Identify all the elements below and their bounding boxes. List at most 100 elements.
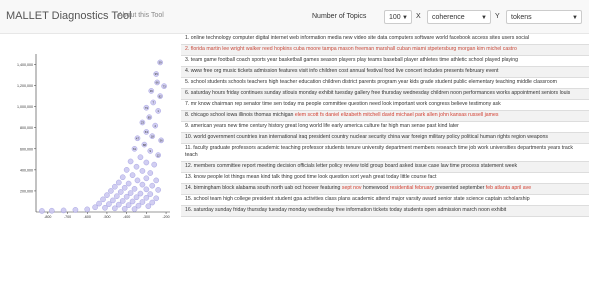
y-axis-label: Y — [495, 13, 500, 20]
point-label: 63 — [145, 130, 149, 134]
scatter-point — [104, 192, 110, 198]
scatter-point — [121, 184, 128, 191]
topic-words: 16. saturday sunday friday thursday tues… — [185, 207, 507, 213]
point-label: 85 — [148, 115, 152, 119]
topic-words: presented september — [433, 185, 486, 191]
scatter-point — [114, 193, 120, 199]
scatter-point — [134, 177, 141, 184]
x-tick-label: -400 — [123, 215, 130, 219]
topic-list: 1. online technology computer digital in… — [181, 34, 589, 293]
scatter-point — [92, 204, 98, 211]
point-label: 79 — [145, 106, 149, 110]
scatter-plot[interactable]: 1,400,000 1,200,000 1,000,000 800,000 600,00… — [0, 34, 180, 293]
scatter-point — [143, 195, 150, 201]
topic-row[interactable]: 16. saturday sunday friday thursday tues… — [181, 206, 589, 217]
x-axis-label: X — [416, 13, 421, 20]
point-label: 18 — [151, 134, 155, 138]
topic-words: feb atlanta april ave — [485, 185, 532, 191]
scatter-point — [84, 206, 91, 213]
point-label: 12 — [157, 153, 161, 157]
point-label: 47 — [136, 136, 140, 140]
scatter-panel: 1,400,000 1,200,000 1,000,000 800,000 600,00… — [0, 34, 180, 293]
point-label: 82 — [159, 94, 163, 98]
scatter-point — [112, 183, 118, 190]
scatter-point — [143, 175, 150, 182]
scatter-point — [110, 197, 116, 204]
scatter-point — [108, 188, 114, 194]
topic-words: 6. saturday hours friday continues sunda… — [185, 90, 571, 96]
scatter-point — [143, 186, 150, 193]
about-link[interactable]: About this Tool — [118, 12, 164, 19]
scatter-point — [123, 167, 130, 173]
topic-words: 9. american years new time century histo… — [185, 123, 459, 129]
scatter-point — [121, 206, 128, 212]
topic-row[interactable]: 7. mr know chairman rep senator time sen… — [181, 100, 589, 111]
topic-row[interactable]: 3. team game football coach sports year … — [181, 56, 589, 67]
scatter-point — [145, 203, 152, 209]
y-tick-label: 600,000 — [20, 147, 33, 151]
scatter-point — [115, 179, 122, 186]
scatter-point — [139, 199, 146, 205]
scatter-point — [143, 159, 150, 166]
x-tick-label: -800 — [44, 215, 51, 219]
topic-row[interactable]: 8. chicago school iowa illinois thomas m… — [181, 111, 589, 122]
y-tick-label: 200,000 — [20, 189, 33, 193]
x-metric-value: coherence — [432, 14, 465, 21]
scatter-point — [119, 174, 126, 181]
scatter-point — [102, 205, 108, 211]
topic-words: 12. members committee report meeting dec… — [185, 163, 518, 169]
scatter-point — [137, 154, 144, 161]
scatter-point — [48, 207, 55, 214]
topic-row[interactable]: 5. school students schools teachers high… — [181, 78, 589, 89]
point-label: 95 — [155, 72, 159, 76]
scatter-point — [139, 168, 146, 174]
scatter-point — [129, 198, 136, 205]
topic-words: 11. faculty graduate professors academic… — [185, 145, 573, 158]
scatter-point — [106, 201, 112, 207]
scatter-point — [115, 201, 122, 208]
topic-row[interactable]: 11. faculty graduate professors academic… — [181, 144, 589, 162]
topic-row[interactable]: 10. world government countries iran inte… — [181, 133, 589, 144]
topic-row[interactable]: 6. saturday hours friday continues sunda… — [181, 89, 589, 100]
chevron-down-icon: ▼ — [481, 15, 487, 21]
topic-words: 13. know people lot things mean kind tal… — [185, 174, 437, 180]
scatter-point — [133, 194, 140, 201]
point-label: 23 — [141, 121, 145, 125]
topic-row[interactable]: 15. school team high college president s… — [181, 195, 589, 206]
y-tick-label: 400,000 — [20, 168, 33, 172]
topic-row[interactable]: 4. www free org music tickets admission … — [181, 67, 589, 78]
x-tick-label: -300 — [143, 215, 150, 219]
point-label: 66 — [156, 81, 160, 85]
num-topics-select[interactable]: 100 ▼ — [384, 10, 412, 24]
topic-row[interactable]: 12. members committee report meeting dec… — [181, 162, 589, 173]
app-title[interactable]: MALLET Diagnostics Tool — [6, 10, 132, 22]
topic-words: 15. school team high college president s… — [185, 196, 530, 202]
topic-row[interactable]: 2. florida martin lee wright walker reed… — [181, 45, 589, 56]
topic-words: 10. world government countries iran inte… — [185, 134, 549, 140]
topic-words: 7. mr know chairman rep senator time sen… — [185, 101, 501, 107]
point-label: 59 — [159, 61, 163, 65]
x-metric-select[interactable]: coherence ▼ — [427, 10, 491, 24]
scatter-point — [139, 181, 146, 188]
x-tick-label: -700 — [64, 215, 71, 219]
x-tick-label: -200 — [162, 215, 169, 219]
scatter-point — [127, 190, 134, 196]
scatter-point — [112, 205, 118, 212]
y-tick-label: 1,200,000 — [17, 84, 33, 88]
scatter-point — [151, 161, 158, 168]
topic-row[interactable]: 9. american years new time century histo… — [181, 122, 589, 133]
topic-row[interactable]: 14. birmingham block alabama south north… — [181, 184, 589, 195]
topic-row[interactable]: 13. know people lot things mean kind tal… — [181, 173, 589, 184]
scatter-point — [125, 180, 132, 187]
num-topics-label: Number of Topics — [312, 13, 367, 20]
scatter-point — [147, 170, 154, 176]
point-label: 61 — [133, 147, 137, 151]
scatter-point — [131, 206, 138, 212]
scatter-point — [39, 208, 45, 214]
y-metric-value: tokens — [511, 14, 532, 21]
point-label: 73 — [163, 84, 167, 88]
scatter-point — [125, 202, 132, 208]
y-metric-select[interactable]: tokens ▼ — [506, 10, 582, 24]
scatter-point — [137, 190, 144, 197]
topic-row[interactable]: 1. online technology computer digital in… — [181, 34, 589, 45]
